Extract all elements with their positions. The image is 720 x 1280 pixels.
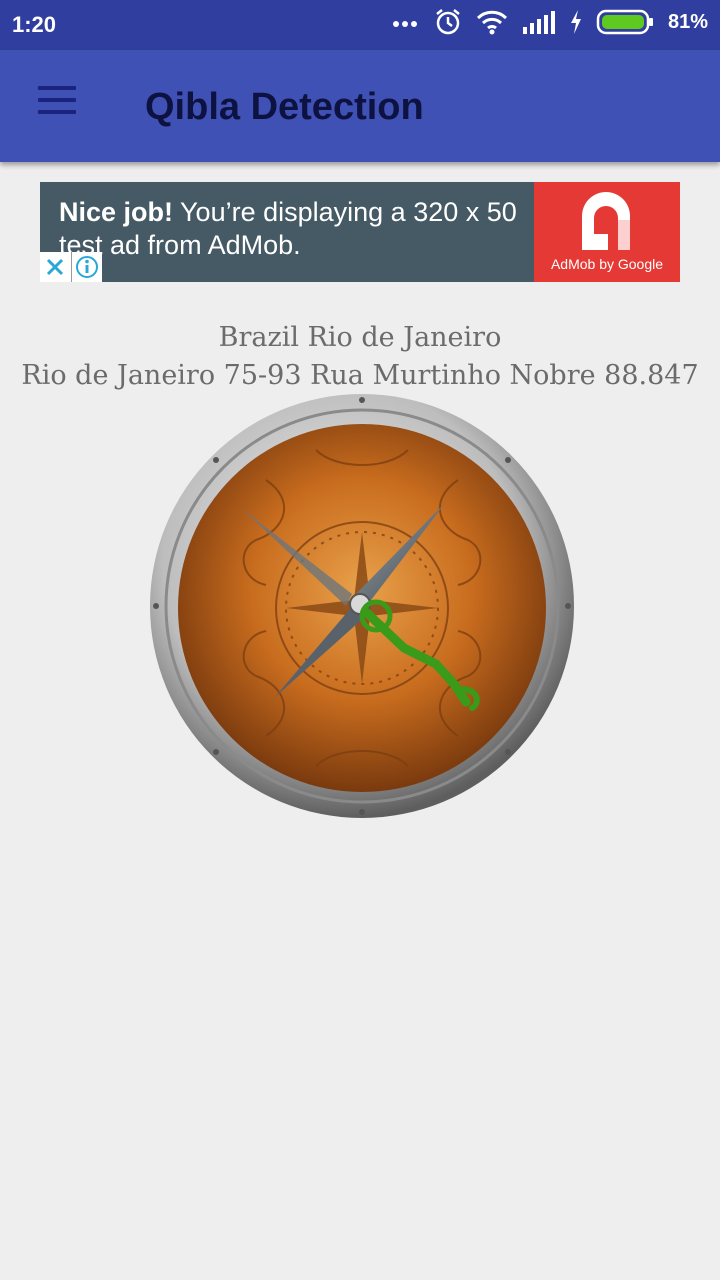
admob-caption: AdMob by Google (550, 256, 664, 272)
app-bar: Qibla Detection (0, 50, 720, 162)
location-address-heading: Rio de Janeiro 75-93 Rua Murtinho Nobre … (21, 360, 699, 391)
status-icons: 81% (392, 8, 708, 36)
ad-headline: Nice job! (59, 197, 174, 227)
more-dots-icon (392, 17, 420, 27)
page-title: Qibla Detection (145, 86, 424, 128)
location-country-city: Brazil Rio de Janeiro (218, 322, 502, 353)
info-icon[interactable] (72, 252, 103, 282)
qibla-compass (150, 394, 574, 818)
signal-icon (522, 9, 556, 35)
admob-logo: AdMob by Google (534, 182, 680, 282)
ad-controls (40, 252, 102, 282)
battery-percent: 81% (667, 10, 708, 33)
alarm-icon (434, 8, 462, 36)
admob-logo-icon (582, 192, 630, 250)
ad-text: Nice job! You’re displaying a 320 x 50 t… (59, 196, 539, 262)
battery-icon (596, 9, 654, 35)
charging-icon (570, 10, 582, 34)
close-icon[interactable] (40, 252, 72, 282)
status-time: 1:20 (12, 12, 57, 37)
wifi-icon (476, 9, 508, 35)
hamburger-menu-icon[interactable] (28, 86, 84, 126)
status-bar: 1:20 81% (0, 0, 720, 50)
ad-banner[interactable]: Nice job! You’re displaying a 320 x 50 t… (40, 182, 680, 282)
